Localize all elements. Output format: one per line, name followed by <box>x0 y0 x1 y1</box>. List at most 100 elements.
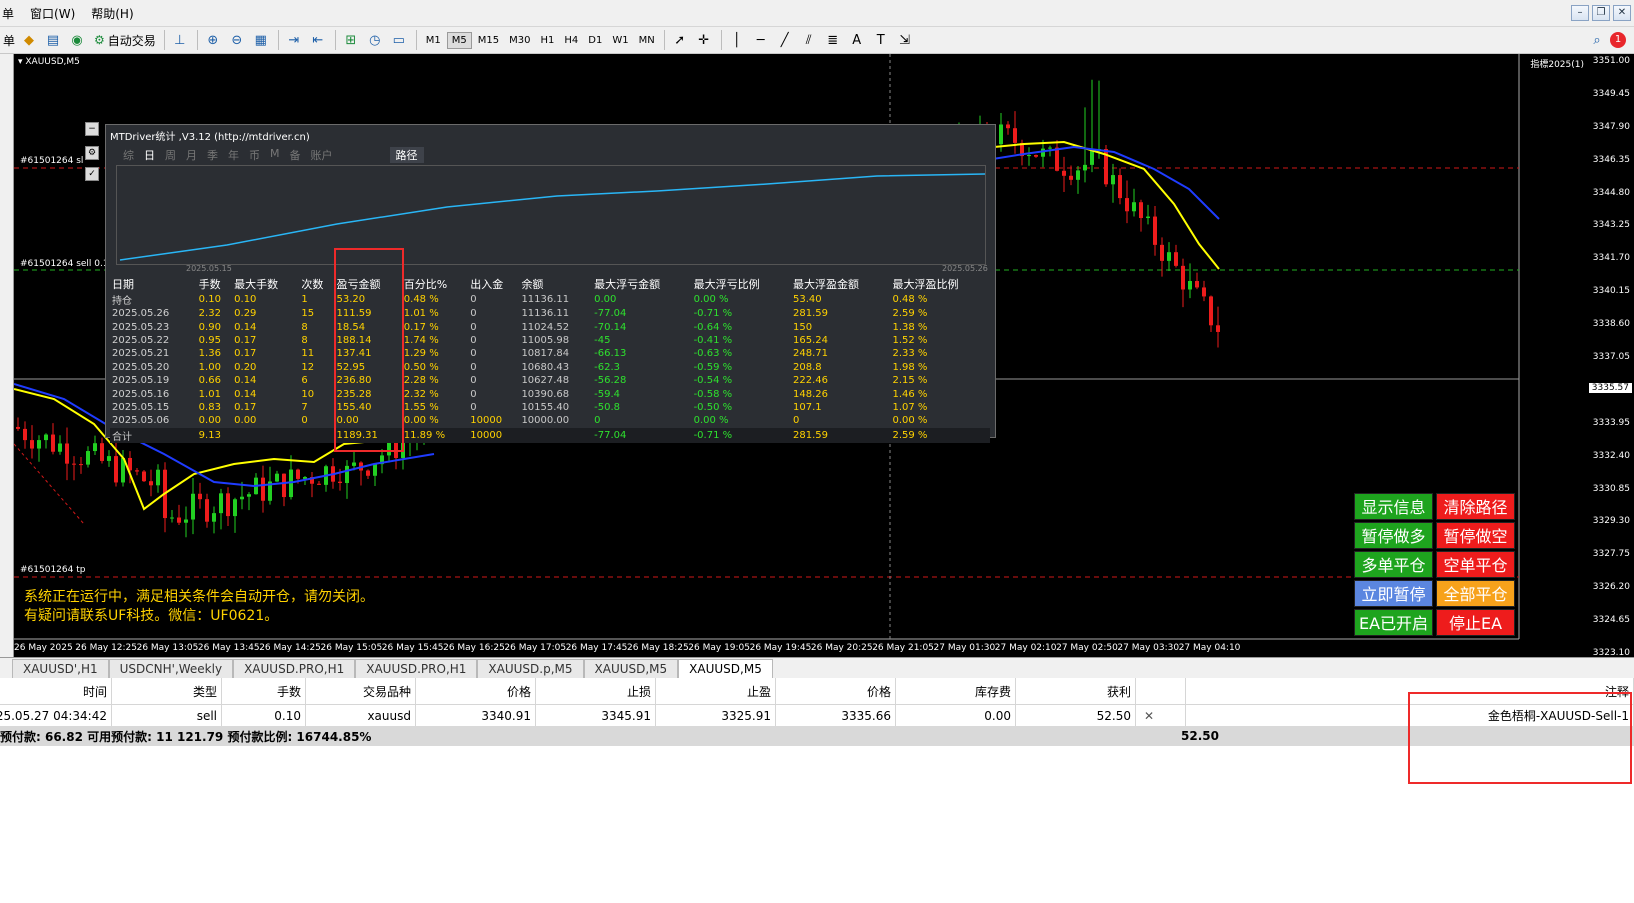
close-all-button[interactable]: 全部平仓 <box>1436 580 1515 607</box>
restore-button[interactable]: ❐ <box>1592 5 1610 21</box>
clear-path-button[interactable]: 清除路径 <box>1436 493 1515 520</box>
stats-tab-summary[interactable]: 综 <box>120 147 137 163</box>
left-panel-edge[interactable] <box>0 54 14 657</box>
chart-tab[interactable]: USDCNH',Weekly <box>108 659 234 678</box>
collapse-stats-icon[interactable]: − <box>85 122 99 136</box>
market-watch-icon[interactable]: ◉ <box>66 29 88 51</box>
terminal-col-header[interactable]: 时间 <box>0 678 112 704</box>
chart-tab[interactable]: XAUUSD,M5 <box>583 659 679 678</box>
pause-now-button[interactable]: 立即暂停 <box>1354 580 1433 607</box>
stats-tab-year[interactable]: 年 <box>225 147 242 163</box>
terminal-col-header[interactable]: 价格 <box>776 678 896 704</box>
stats-tab-week[interactable]: 周 <box>162 147 179 163</box>
timeframe-mn[interactable]: MN <box>635 33 659 48</box>
chart-tab[interactable]: XAUUSD',H1 <box>12 659 109 678</box>
search-icon[interactable]: ⌕ <box>1586 29 1608 51</box>
stats-col-header: 百分比% <box>403 278 448 291</box>
close-long-button[interactable]: 多单平仓 <box>1354 551 1433 578</box>
history-trade-line <box>14 443 85 525</box>
show-info-button[interactable]: 显示信息 <box>1354 493 1433 520</box>
stats-cell: 12 <box>301 361 315 373</box>
indicators-icon[interactable]: ⊞ <box>340 29 362 51</box>
terminal-col-header[interactable]: 交易品种 <box>306 678 416 704</box>
candle-body <box>1034 154 1038 157</box>
menu-window[interactable]: 窗口(W) <box>22 5 83 22</box>
chart-tab[interactable]: XAUUSD.p,M5 <box>477 659 584 678</box>
terminal-col-header[interactable]: 止损 <box>536 678 656 704</box>
timeframe-m15[interactable]: M15 <box>474 33 503 48</box>
channel-icon[interactable]: ⫽ <box>798 29 820 51</box>
timeframe-m30[interactable]: M30 <box>505 33 534 48</box>
stats-header-row: 日期 手数 最大手数 次数 盈亏金额 百分比% 出入金 余额 最大浮亏金额 最大浮亏比例 最大浮盈金… <box>110 276 990 292</box>
menu-icon[interactable]: 单 <box>0 5 22 22</box>
terminal-col-header[interactable]: 类型 <box>112 678 222 704</box>
candle-body <box>93 443 97 452</box>
timeframe-w1[interactable]: W1 <box>608 33 632 48</box>
terminal-col-header[interactable]: 手数 <box>222 678 306 704</box>
terminal-col-header[interactable]: 获利 <box>1016 678 1136 704</box>
pause-long-button[interactable]: 暂停做多 <box>1354 522 1433 549</box>
candle-body <box>177 517 181 523</box>
stats-tab-month[interactable]: 月 <box>183 147 200 163</box>
pause-short-button[interactable]: 暂停做空 <box>1436 522 1515 549</box>
cursor-icon[interactable]: ➚ <box>669 29 691 51</box>
stats-settings-icon[interactable]: ⚙ <box>85 146 99 160</box>
stats-tab-backup[interactable]: 备 <box>287 147 304 163</box>
candle-body <box>170 517 174 519</box>
stop-ea-button[interactable]: 停止EA <box>1436 609 1515 636</box>
timeframe-h4[interactable]: H4 <box>560 33 582 48</box>
close-position-icon[interactable]: ✕ <box>1144 709 1154 723</box>
stats-tab-day[interactable]: 日 <box>141 147 158 163</box>
stats-cell: 10000 <box>468 427 520 443</box>
stats-check-icon[interactable]: ✓ <box>85 167 99 181</box>
auto-scroll-icon[interactable]: ⇥ <box>283 29 305 51</box>
text-icon[interactable]: A <box>846 29 868 51</box>
zoom-out-icon[interactable]: ⊖ <box>226 29 248 51</box>
vertical-line-icon[interactable]: │ <box>726 29 748 51</box>
trade-cell: 0.10 <box>222 705 306 726</box>
close-button[interactable]: ✕ <box>1613 5 1631 21</box>
auto-trading-button[interactable]: ⚙ 自动交易 <box>90 30 160 51</box>
arrows-icon[interactable]: ⇲ <box>894 29 916 51</box>
chart-shift-icon[interactable]: ⇤ <box>307 29 329 51</box>
stats-cell: 15 <box>301 308 315 320</box>
menu-help[interactable]: 帮助(H) <box>83 5 141 22</box>
horizontal-line-icon[interactable]: ─ <box>750 29 772 51</box>
stats-cell: 0.48 % <box>403 294 439 305</box>
minimize-button[interactable]: – <box>1571 5 1589 21</box>
fibonacci-icon[interactable]: ≣ <box>822 29 844 51</box>
close-short-button[interactable]: 空单平仓 <box>1436 551 1515 578</box>
terminal-col-header[interactable]: 价格 <box>416 678 536 704</box>
chart-bars-icon[interactable]: ⊥ <box>169 29 191 51</box>
trade-row[interactable]: 2025.05.27 04:34:42sell0.10xauusd3340.91… <box>0 705 1634 726</box>
strategy-icon[interactable]: ◆ <box>18 29 40 51</box>
navigator-icon[interactable]: ▤ <box>42 29 64 51</box>
timeframe-d1[interactable]: D1 <box>584 33 606 48</box>
timeframe-m5[interactable]: M5 <box>446 31 472 49</box>
stats-cell: 107.1 <box>793 401 822 413</box>
stats-tab-quarter[interactable]: 季 <box>204 147 221 163</box>
notification-badge[interactable]: 1 <box>1610 32 1626 48</box>
ea-enabled-button[interactable]: EA已开启 <box>1354 609 1433 636</box>
candle-body <box>1209 296 1213 326</box>
terminal-col-header[interactable] <box>1136 678 1186 704</box>
stats-tab-currency[interactable]: 币 <box>246 147 263 163</box>
tile-windows-icon[interactable]: ▦ <box>250 29 272 51</box>
timeframe-h1[interactable]: H1 <box>537 33 559 48</box>
chart-tab[interactable]: XAUUSD.PRO,H1 <box>233 659 356 678</box>
terminal-col-header[interactable]: 止盈 <box>656 678 776 704</box>
text-label-icon[interactable]: T <box>870 29 892 51</box>
stats-tab-account[interactable]: 账户 <box>308 147 336 163</box>
stats-tab-m[interactable]: M <box>267 147 283 163</box>
price-chart[interactable]: ▾ XAUUSD,M5 指標2025(1) #61501264 sl #6150… <box>14 54 1634 657</box>
chart-tab[interactable]: XAUUSD,M5 <box>678 659 773 678</box>
stats-tab-path[interactable]: 路径 <box>389 147 424 163</box>
chart-tab[interactable]: XAUUSD.PRO,H1 <box>355 659 478 678</box>
periods-icon[interactable]: ◷ <box>364 29 386 51</box>
terminal-col-header[interactable]: 库存费 <box>896 678 1016 704</box>
crosshair-icon[interactable]: ✛ <box>693 29 715 51</box>
templates-icon[interactable]: ▭ <box>388 29 410 51</box>
timeframe-m1[interactable]: M1 <box>422 33 445 48</box>
trendline-icon[interactable]: ╱ <box>774 29 796 51</box>
zoom-in-icon[interactable]: ⊕ <box>202 29 224 51</box>
